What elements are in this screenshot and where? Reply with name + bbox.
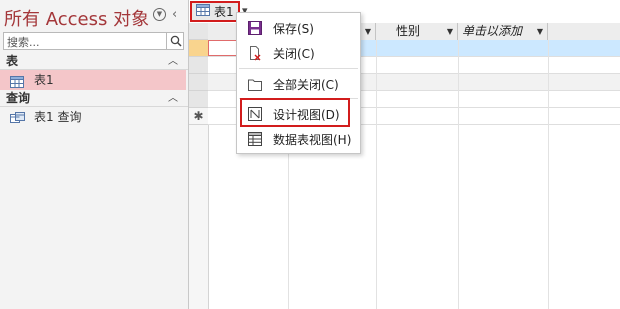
- document-tab-table1[interactable]: 表1: [190, 1, 240, 22]
- close-all-icon: [247, 76, 263, 92]
- menu-item-close[interactable]: 关闭(C): [239, 42, 357, 64]
- collapse-group-icon[interactable]: ︿: [168, 53, 178, 70]
- menu-item-save[interactable]: 保存(S): [239, 17, 357, 39]
- collapse-pane-icon[interactable]: ‹: [172, 8, 177, 21]
- column-dropdown-icon[interactable]: ▼: [537, 23, 543, 40]
- search-icon[interactable]: [166, 32, 184, 50]
- save-icon: [247, 20, 263, 36]
- group-label: 查询: [6, 91, 31, 105]
- search-input[interactable]: 搜索...: [3, 32, 184, 50]
- record-selector[interactable]: [189, 91, 208, 108]
- nav-pane-title[interactable]: 所有 Access 对象: [4, 5, 149, 31]
- column-dropdown-icon[interactable]: ▼: [365, 23, 371, 40]
- menu-item-label: 全部关闭(C): [273, 77, 339, 92]
- nav-options-icon[interactable]: ▼: [153, 8, 166, 21]
- nav-item-query[interactable]: 表1 查询: [0, 107, 186, 127]
- nav-item-label: 表1 查询: [34, 110, 82, 124]
- highlight-box-design-view: [240, 98, 350, 127]
- menu-item-label: 关闭(C): [273, 46, 315, 61]
- column-header-click-to-add[interactable]: 单击以添加 ▼: [458, 23, 548, 40]
- column-label: 单击以添加: [462, 24, 523, 38]
- group-label: 表: [6, 54, 19, 68]
- menu-item-label: 数据表视图(H): [273, 132, 352, 147]
- column-label: 性别: [396, 24, 421, 38]
- group-header-tables[interactable]: 表 ︿: [0, 53, 188, 70]
- tab-context-menu: 保存(S) 关闭(C) 全部关闭(C) 设计视图(D) 数据表视图(H): [236, 12, 361, 154]
- grid-line: [548, 40, 549, 309]
- datasheet-view-icon: [247, 131, 263, 147]
- record-selector[interactable]: [189, 40, 208, 57]
- record-selector[interactable]: [189, 74, 208, 91]
- collapse-group-icon[interactable]: ︿: [168, 90, 178, 107]
- grid-line: [376, 40, 377, 309]
- select-all-corner[interactable]: [189, 23, 208, 40]
- menu-separator: [239, 68, 358, 69]
- record-selector[interactable]: [189, 57, 208, 74]
- document-tab-label: 表1: [214, 5, 234, 19]
- nav-item-label: 表1: [34, 73, 54, 87]
- menu-item-datasheet-view[interactable]: 数据表视图(H): [239, 128, 357, 150]
- menu-item-close-all[interactable]: 全部关闭(C): [239, 73, 357, 95]
- new-record-marker[interactable]: ✱: [189, 108, 208, 125]
- column-header-gender[interactable]: 性别 ▼: [376, 23, 458, 40]
- column-dropdown-icon[interactable]: ▼: [447, 23, 453, 40]
- query-icon: [10, 111, 25, 131]
- nav-item-table1[interactable]: 表1: [0, 70, 186, 90]
- search-placeholder: 搜索...: [7, 36, 40, 49]
- grid-line: [458, 40, 459, 309]
- table-icon: [196, 4, 210, 19]
- record-selector-column: ✱: [189, 23, 209, 309]
- menu-item-label: 保存(S): [273, 21, 314, 36]
- navigation-pane: 所有 Access 对象 ▼ ‹ 搜索... 表 ︿ 表1 查询 ︿ 表1 查询: [0, 0, 189, 309]
- nav-pane-controls: ▼ ‹: [153, 8, 177, 21]
- close-doc-icon: [247, 45, 263, 61]
- group-header-queries[interactable]: 查询 ︿: [0, 90, 188, 107]
